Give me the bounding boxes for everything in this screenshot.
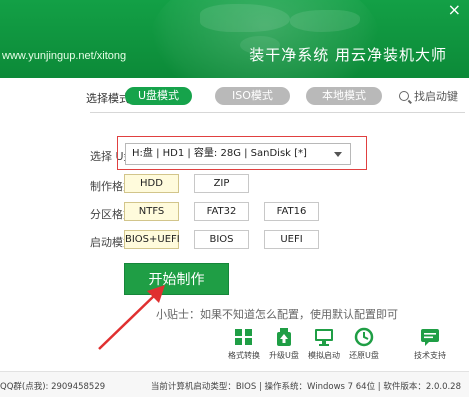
- tool-restore-usb[interactable]: 还原U盘: [344, 327, 384, 361]
- partition-option-fat16[interactable]: FAT16: [264, 202, 319, 221]
- search-icon: [399, 91, 409, 101]
- usb-drive-select[interactable]: H:盘 | HD1 | 容量: 28G | SanDisk [*]: [125, 143, 351, 165]
- tool-upgrade-usb[interactable]: 升级U盘: [264, 327, 304, 361]
- chat-support-icon: [421, 329, 439, 346]
- mode-usb-button[interactable]: U盘模式: [125, 87, 192, 105]
- mode-local-button[interactable]: 本地模式: [306, 87, 382, 105]
- format-option-hdd[interactable]: HDD: [124, 174, 179, 193]
- boot-option-bios-uefi[interactable]: BIOS+UEFI: [124, 230, 180, 249]
- find-boot-key-label: 找启动键: [414, 90, 458, 103]
- tool-tech-support[interactable]: 技术支持: [410, 327, 450, 361]
- upgrade-usb-icon: [277, 328, 291, 346]
- tool-label: 还原U盘: [349, 351, 379, 360]
- tool-label: 模拟启动: [308, 351, 340, 360]
- world-map-shape: [200, 4, 290, 32]
- format-option-zip[interactable]: ZIP: [194, 174, 249, 193]
- tool-simulate-boot[interactable]: 模拟启动: [304, 327, 344, 361]
- restore-icon: [354, 327, 374, 347]
- section-divider: [90, 112, 465, 113]
- site-url-link[interactable]: www.yunjingup.net/xitong: [2, 50, 126, 62]
- find-boot-key-link[interactable]: 找启动键: [399, 88, 458, 106]
- format-convert-icon: [235, 329, 252, 345]
- system-info-text: 当前计算机启动类型：BIOS | 操作系统：Windows 7 64位 | 软件…: [150, 382, 461, 392]
- tool-format-convert[interactable]: 格式转换: [224, 327, 264, 361]
- red-arrow-annotation: [98, 285, 165, 350]
- monitor-icon: [315, 329, 333, 346]
- boot-option-uefi[interactable]: UEFI: [264, 230, 319, 249]
- partition-option-ntfs[interactable]: NTFS: [124, 202, 179, 221]
- mode-iso-button[interactable]: ISO模式: [215, 87, 290, 105]
- close-button[interactable]: ×: [448, 2, 461, 18]
- mode-selector-row: 选择模式: U盘模式 ISO模式 本地模式 找启动键: [0, 86, 469, 108]
- partition-option-fat32[interactable]: FAT32: [194, 202, 249, 221]
- tip-text: 小贴士：如果不知道怎么配置，使用默认配置即可: [156, 308, 398, 321]
- app-header: www.yunjingup.net/xitong 装干净系统 用云净装机大师 ×: [0, 0, 469, 78]
- qq-group-link[interactable]: QQ群(点我): 2909458529: [0, 380, 105, 392]
- tool-label: 格式转换: [228, 351, 260, 360]
- drive-highlight-box: H:盘 | HD1 | 容量: 28G | SanDisk [*]: [117, 136, 367, 170]
- chevron-down-icon: [334, 152, 342, 157]
- tool-label: 技术支持: [414, 351, 446, 360]
- boot-option-bios[interactable]: BIOS: [194, 230, 249, 249]
- usb-drive-value: H:盘 | HD1 | 容量: 28G | SanDisk [*]: [132, 148, 307, 159]
- status-bar: QQ群(点我): 2909458529 当前计算机启动类型：BIOS | 操作系…: [0, 371, 469, 397]
- app-slogan: 装干净系统 用云净装机大师: [249, 46, 447, 64]
- tool-label: 升级U盘: [269, 351, 299, 360]
